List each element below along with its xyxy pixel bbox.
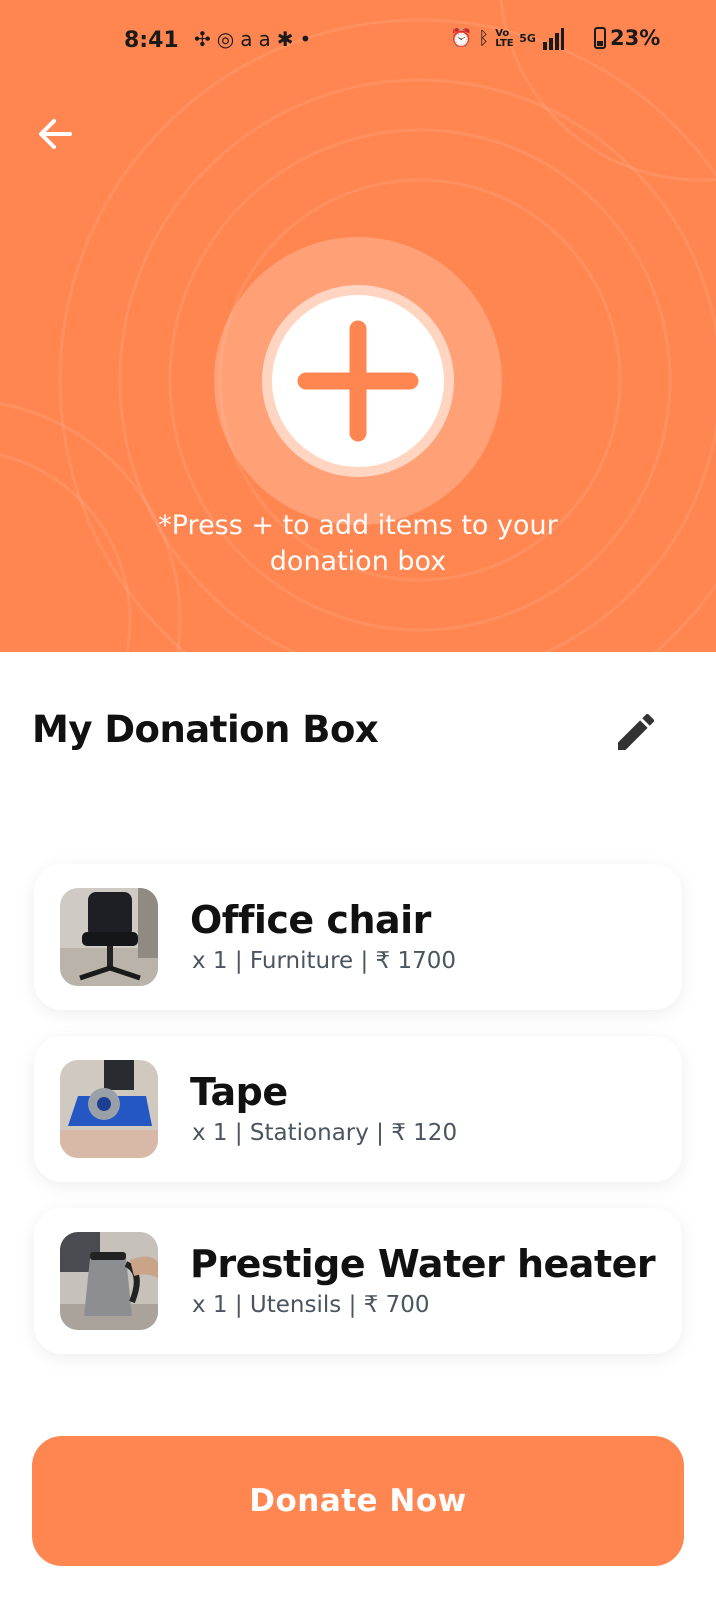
pencil-icon	[618, 713, 655, 750]
status-time: 8:41	[124, 28, 179, 53]
item-name: Tape	[190, 1070, 288, 1114]
item-name: Office chair	[190, 898, 431, 942]
battery-level: 23%	[610, 26, 661, 50]
item-details: x 1 | Utensils | ₹ 700	[192, 1292, 430, 1318]
volte-icon: Vo LTE	[495, 28, 514, 49]
kettle-image	[60, 1232, 158, 1330]
add-items-hint: *Press + to add items to your donation b…	[118, 508, 598, 580]
item-details: x 1 | Stationary | ₹ 120	[192, 1120, 458, 1146]
slack-icon: ✣	[194, 27, 211, 51]
header-banner: 8:41 ✣ ◎ a a ✱ • ⏰ ᛒ Vo LTE 5G 23% *Pres…	[0, 0, 716, 652]
donation-item-card[interactable]: Tape x 1 | Stationary | ₹ 120	[34, 1036, 682, 1182]
more-dot-icon: •	[299, 27, 312, 51]
bluetooth-icon: ᛒ	[478, 28, 490, 49]
page-title: My Donation Box	[32, 708, 379, 751]
status-bar: 8:41 ✣ ◎ a a ✱ • ⏰ ᛒ Vo LTE 5G 23%	[0, 18, 716, 64]
item-thumbnail	[60, 1060, 158, 1158]
item-thumbnail	[60, 1232, 158, 1330]
whatsapp-icon: ◎	[216, 27, 235, 51]
back-button[interactable]	[34, 112, 78, 156]
item-name: Prestige Water heater	[190, 1242, 656, 1286]
app-icon-a2: a	[258, 27, 271, 51]
battery-indicator: 23%	[594, 26, 660, 50]
notification-icons: ✣ ◎ a a ✱ •	[194, 26, 311, 52]
system-icons: ⏰ ᛒ Vo LTE 5G	[450, 26, 564, 52]
battery-icon	[594, 27, 606, 49]
donation-item-card[interactable]: Office chair x 1 | Furniture | ₹ 1700	[34, 864, 682, 1010]
item-details: x 1 | Furniture | ₹ 1700	[192, 948, 457, 974]
hint-line-2: donation box	[269, 546, 447, 577]
donate-now-button[interactable]: Donate Now	[32, 1436, 684, 1566]
app-icon-a: a	[240, 27, 253, 51]
app-icon-runner: ✱	[276, 27, 294, 51]
office-chair-image	[60, 888, 158, 986]
plus-icon	[297, 320, 419, 442]
alarm-icon: ⏰	[450, 28, 473, 49]
add-item-button[interactable]	[272, 295, 444, 467]
arrow-left-icon	[39, 119, 72, 149]
network-label: 5G	[519, 32, 536, 45]
hint-line-1: *Press + to add items to your	[158, 510, 558, 541]
signal-icon	[542, 28, 564, 50]
edit-button[interactable]	[612, 708, 660, 756]
item-thumbnail	[60, 888, 158, 986]
tape-dispenser-image	[60, 1060, 158, 1158]
donation-item-card[interactable]: Prestige Water heater x 1 | Utensils | ₹…	[34, 1208, 682, 1354]
